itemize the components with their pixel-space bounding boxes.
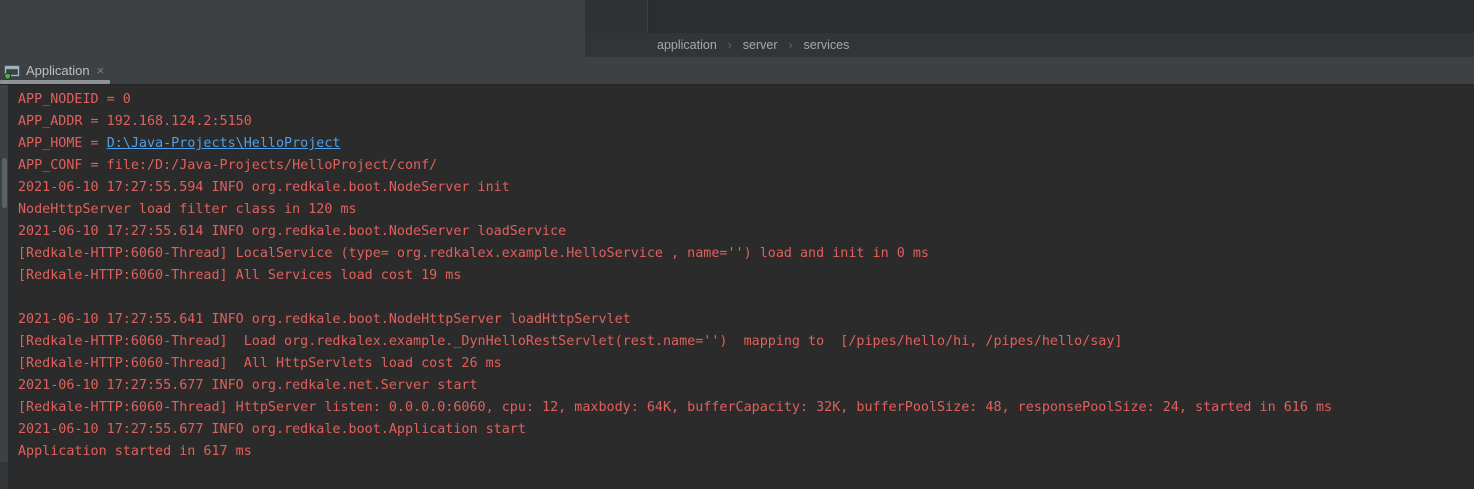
console-text-segment: APP_ADDR = 192.168.124.2:5150 <box>18 114 252 129</box>
console-line: 2021-06-10 17:27:55.614 INFO org.redkale… <box>18 221 1474 243</box>
console-line: 2021-06-10 17:27:55.641 INFO org.redkale… <box>18 309 1474 331</box>
top-panel-divider-block <box>585 0 648 33</box>
console-text-segment: [Redkale-HTTP:6060-Thread] Load org.redk… <box>18 334 1122 349</box>
console-log-text: APP_NODEID = 0 APP_ADDR = 192.168.124.2:5… <box>18 89 1474 463</box>
console-scrollbar-track-bottom <box>0 462 8 489</box>
console-line: Application started in 617 ms <box>18 441 1474 463</box>
run-tool-window-tab-bar: Application × <box>0 57 1474 85</box>
console-text-segment: [Redkale-HTTP:6060-Thread] All HttpServl… <box>18 356 502 371</box>
console-line: [Redkale-HTTP:6060-Thread] Load org.redk… <box>18 331 1474 353</box>
console-line: APP_NODEID = 0 <box>18 89 1474 111</box>
tab-application[interactable]: Application × <box>0 57 112 84</box>
console-line: 2021-06-10 17:27:55.594 INFO org.redkale… <box>18 177 1474 199</box>
console-text-segment: 2021-06-10 17:27:55.677 INFO org.redkale… <box>18 378 478 393</box>
console-scrollbar-track <box>0 85 8 462</box>
breadcrumb: application›server›services <box>585 33 1474 57</box>
console-line: 2021-06-10 17:27:55.677 INFO org.redkale… <box>18 375 1474 397</box>
breadcrumb-item-server[interactable]: server <box>739 38 782 52</box>
breadcrumb-separator-icon: › <box>721 38 739 52</box>
console-line: [Redkale-HTTP:6060-Thread] HttpServer li… <box>18 397 1474 419</box>
console-text-segment: [Redkale-HTTP:6060-Thread] All Services … <box>18 268 461 283</box>
console-line: [Redkale-HTTP:6060-Thread] All Services … <box>18 265 1474 287</box>
editor-pane <box>0 0 585 57</box>
console-text-segment: [Redkale-HTTP:6060-Thread] LocalService … <box>18 246 929 261</box>
console-text-segment: 2021-06-10 17:27:55.594 INFO org.redkale… <box>18 180 510 195</box>
console-text-segment: APP_NODEID = 0 <box>18 92 131 107</box>
breadcrumb-item-application[interactable]: application <box>653 38 721 52</box>
breadcrumb-separator-icon: › <box>782 38 800 52</box>
console-line: APP_CONF = file:/D:/Java-Projects/HelloP… <box>18 155 1474 177</box>
console-line: [Redkale-HTTP:6060-Thread] All HttpServl… <box>18 353 1474 375</box>
console-text-segment: NodeHttpServer load filter class in 120 … <box>18 202 357 217</box>
console-scrollbar-thumb[interactable] <box>2 158 7 208</box>
console-text-segment: 2021-06-10 17:27:55.641 INFO org.redkale… <box>18 312 631 327</box>
console-file-link[interactable]: D:\Java-Projects\HelloProject <box>107 136 341 151</box>
console-text-segment: APP_CONF = file:/D:/Java-Projects/HelloP… <box>18 158 437 173</box>
console-line: APP_HOME = D:\Java-Projects\HelloProject <box>18 133 1474 155</box>
console-text-segment: Application started in 617 ms <box>18 444 252 459</box>
console-text-segment: [Redkale-HTTP:6060-Thread] HttpServer li… <box>18 400 1332 415</box>
console-line: APP_ADDR = 192.168.124.2:5150 <box>18 111 1474 133</box>
ide-run-tool-window: application›server›services Application … <box>0 0 1474 489</box>
console-line: [Redkale-HTTP:6060-Thread] LocalService … <box>18 243 1474 265</box>
selected-tab-underline <box>0 80 110 84</box>
close-icon[interactable]: × <box>97 64 105 77</box>
breadcrumb-item-services[interactable]: services <box>800 38 854 52</box>
tab-label: Application <box>26 63 90 78</box>
console-output-panel: APP_NODEID = 0 APP_ADDR = 192.168.124.2:5… <box>0 85 1474 489</box>
run-console-icon <box>3 64 21 80</box>
top-panel-right-block <box>649 0 1474 33</box>
console-line <box>18 287 1474 309</box>
console-text-segment: 2021-06-10 17:27:55.677 INFO org.redkale… <box>18 422 526 437</box>
console-line: 2021-06-10 17:27:55.677 INFO org.redkale… <box>18 419 1474 441</box>
console-text-segment: APP_HOME = <box>18 136 107 151</box>
console-line: NodeHttpServer load filter class in 120 … <box>18 199 1474 221</box>
console-text-segment: 2021-06-10 17:27:55.614 INFO org.redkale… <box>18 224 566 239</box>
